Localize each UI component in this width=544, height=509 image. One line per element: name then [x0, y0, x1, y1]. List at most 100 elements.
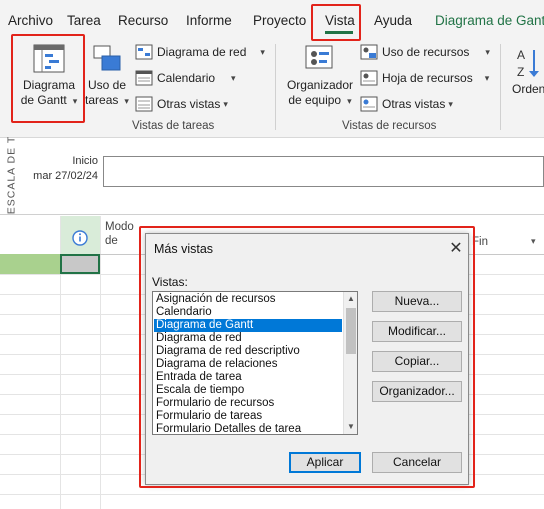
chevron-down-icon: ▾ [231, 72, 236, 83]
menu-vista[interactable]: Vista [325, 13, 355, 28]
chevron-down-icon[interactable]: ▾ [531, 236, 536, 247]
scrollbar-thumb[interactable] [346, 308, 356, 354]
timeline-start: Inicio mar 27/02/24 [30, 154, 98, 184]
group-separator [500, 44, 501, 130]
calendar-icon [135, 70, 153, 86]
mode-header-line2: de [105, 235, 118, 247]
svg-text:A: A [517, 48, 525, 62]
grid-column-line [100, 216, 101, 509]
gantt-label-line1: Diagrama [22, 78, 76, 92]
list-item-selected[interactable]: Diagrama de Gantt [154, 319, 342, 332]
gantt-label-line2: de Gantt ▾ [20, 93, 78, 107]
list-item[interactable]: Diagrama de red descriptivo [154, 345, 342, 358]
edit-view-button[interactable]: Modificar... [372, 321, 462, 342]
sort-icon: A Z [517, 48, 539, 79]
list-item[interactable]: Diagrama de relaciones [154, 358, 342, 371]
chevron-down-icon: ▾ [223, 98, 228, 109]
resource-usage-label: Uso de recursos [382, 45, 470, 59]
active-tab-indicator [325, 31, 353, 34]
list-item[interactable]: Formulario Detalles de tarea [154, 423, 342, 434]
info-column-header[interactable] [60, 216, 100, 254]
timeline-bar[interactable] [103, 156, 544, 187]
task-usage-button[interactable]: Uso de tareas ▾ [84, 42, 130, 116]
chevron-down-icon: ▾ [485, 46, 490, 57]
menu-archivo[interactable]: Archivo [8, 13, 53, 28]
menu-bar: Archivo Tarea Recurso Informe Proyecto V… [0, 0, 544, 38]
selected-row-header[interactable] [0, 254, 60, 274]
views-listbox[interactable]: Asignación de recursos Calendario Diagra… [152, 291, 358, 435]
organizer-button[interactable]: Organizador... [372, 381, 462, 402]
chevron-down-icon: ▾ [448, 98, 453, 109]
views-scrollbar[interactable]: ▲ ▼ [343, 292, 357, 434]
close-icon[interactable]: ✕ [446, 239, 466, 259]
team-planner-label-line2: de equipo ▾ [288, 93, 352, 107]
sort-button[interactable]: A Z Orden [508, 42, 544, 116]
network-diagram-icon [135, 44, 153, 60]
other-task-views-button[interactable]: Otras vistas ▾ [135, 94, 228, 114]
selected-cell[interactable] [60, 254, 100, 274]
list-item[interactable]: Calendario [154, 306, 342, 319]
list-item[interactable]: Formulario de recursos [154, 397, 342, 410]
end-column-header[interactable]: Fin [472, 236, 488, 248]
grid-row-line [0, 494, 544, 495]
group-separator [275, 44, 276, 130]
timeline-vertical-label: ESCALA DE T [5, 135, 18, 215]
menu-context-gantt[interactable]: Diagrama de Gantt [435, 13, 544, 28]
resource-sheet-icon [360, 70, 378, 86]
cancel-button[interactable]: Cancelar [372, 452, 462, 473]
mode-header-line1: Modo [105, 221, 134, 233]
team-planner-icon [305, 45, 333, 69]
start-date: mar 27/02/24 [33, 170, 98, 182]
task-usage-label-line2: tareas ▾ [85, 93, 129, 107]
task-usage-label-line1: Uso de [87, 78, 127, 92]
resource-sheet-button[interactable]: Hoja de recursos ▾ [360, 68, 489, 88]
menu-proyecto[interactable]: Proyecto [253, 13, 306, 28]
chevron-down-icon: ▾ [260, 46, 265, 57]
dialog-title: Más vistas [154, 242, 214, 256]
network-diagram-label: Diagrama de red [157, 45, 247, 59]
other-views-icon [135, 96, 153, 112]
calendar-button[interactable]: Calendario ▾ [135, 68, 236, 88]
menu-informe[interactable]: Informe [186, 13, 232, 28]
gantt-chart-icon [33, 44, 65, 73]
copy-view-button[interactable]: Copiar... [372, 351, 462, 372]
team-planner-label-line1: Organizador [286, 78, 354, 92]
list-item[interactable]: Formulario de tareas [154, 410, 342, 423]
svg-text:Z: Z [517, 65, 524, 79]
new-view-button[interactable]: Nueva... [372, 291, 462, 312]
menu-recurso[interactable]: Recurso [118, 13, 168, 28]
menu-ayuda[interactable]: Ayuda [374, 13, 412, 28]
scroll-up-icon[interactable]: ▲ [344, 292, 357, 306]
scroll-down-icon[interactable]: ▼ [344, 420, 357, 434]
chevron-down-icon: ▾ [72, 96, 78, 106]
other-task-views-label: Otras vistas [157, 97, 221, 111]
resource-usage-icon [360, 44, 378, 60]
resource-usage-button[interactable]: Uso de recursos ▾ [360, 42, 490, 62]
chevron-down-icon: ▾ [484, 72, 490, 83]
network-diagram-button[interactable]: Diagrama de red ▾ [135, 42, 265, 62]
other-views-icon [360, 96, 378, 112]
ribbon: Diagrama de Gantt ▾ Uso de tareas ▾ Diagra… [0, 38, 544, 138]
list-item[interactable]: Escala de tiempo [154, 384, 342, 397]
views-label: Vistas: [152, 275, 188, 289]
info-icon [72, 230, 88, 246]
list-item[interactable]: Diagrama de red [154, 332, 342, 345]
apply-button[interactable]: Aplicar [289, 452, 361, 473]
chevron-down-icon: ▾ [124, 96, 129, 106]
mode-column-header[interactable]: Modo de [105, 220, 134, 248]
more-views-dialog: Más vistas ✕ Vistas: Asignación de recur… [145, 233, 469, 485]
other-resource-views-label: Otras vistas [382, 97, 446, 111]
chevron-down-icon: ▾ [347, 96, 352, 106]
task-views-group-label: Vistas de tareas [132, 120, 215, 132]
task-usage-icon [93, 45, 121, 71]
menu-tarea[interactable]: Tarea [67, 13, 101, 28]
calendar-label: Calendario [157, 71, 216, 85]
sort-label: Orden [512, 82, 544, 96]
list-item[interactable]: Entrada de tarea [154, 371, 342, 384]
other-resource-views-button[interactable]: Otras vistas ▾ [360, 94, 453, 114]
team-planner-button[interactable]: Organizador de equipo ▾ [282, 42, 358, 116]
list-item[interactable]: Asignación de recursos [154, 293, 342, 306]
gantt-chart-button[interactable]: Diagrama de Gantt ▾ [16, 42, 82, 116]
start-label: Inicio [72, 155, 98, 167]
resource-sheet-label: Hoja de recursos [382, 71, 473, 85]
